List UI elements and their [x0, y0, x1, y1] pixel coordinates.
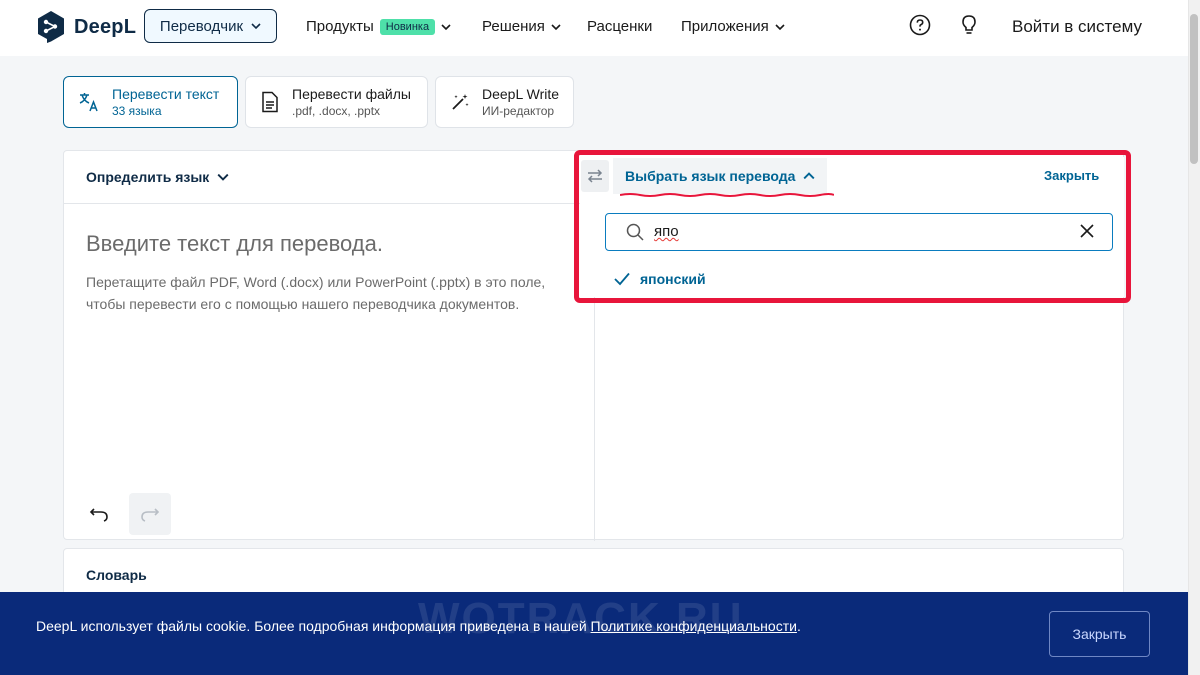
help-icon[interactable]: [909, 14, 931, 36]
detect-language-label: Определить язык: [86, 169, 210, 185]
target-language-selector[interactable]: Выбрать язык перевода: [613, 158, 827, 194]
tab-title: Перевести файлы: [292, 86, 411, 102]
nav-apps[interactable]: Приложения: [681, 18, 785, 35]
language-result-item[interactable]: японский: [614, 271, 706, 287]
scrollbar-thumb[interactable]: [1190, 14, 1198, 164]
lightbulb-icon[interactable]: [958, 14, 980, 36]
red-underline-annotation: [620, 193, 834, 197]
source-language-selector[interactable]: Определить язык: [86, 169, 229, 185]
search-value: япо: [654, 223, 679, 240]
document-icon: [262, 91, 278, 113]
chevron-down-icon: [217, 173, 229, 181]
tab-subtitle: ИИ-редактор: [482, 104, 555, 118]
new-badge: Новинка: [379, 18, 436, 35]
page-scrollbar[interactable]: [1188, 0, 1200, 675]
tab-subtitle: 33 языка: [112, 104, 162, 118]
redo-button[interactable]: [129, 493, 171, 535]
nav-products-label: Продукты: [306, 18, 374, 35]
nav-apps-label: Приложения: [681, 18, 769, 35]
search-icon: [626, 223, 644, 241]
tab-title: Перевести текст: [112, 86, 220, 102]
tab-translate-text[interactable]: Перевести текст 33 языка: [63, 76, 238, 128]
nav-products[interactable]: Продукты Новинка: [306, 18, 451, 35]
dropdown-close-link[interactable]: Закрыть: [1044, 168, 1099, 183]
chevron-down-icon: [251, 23, 261, 30]
logo-text: DeepL: [74, 15, 137, 38]
swap-arrows-icon: [587, 169, 603, 183]
deepl-logo-icon: [38, 11, 64, 43]
glossary-title: Словарь: [86, 567, 147, 583]
translator-label: Переводчик: [159, 17, 244, 35]
source-input-placeholder[interactable]: Введите текст для перевода.: [86, 231, 383, 257]
redo-icon: [141, 508, 160, 522]
watermark: WOTRACK.RU: [418, 594, 744, 643]
chevron-down-icon: [775, 23, 785, 30]
result-label: японский: [640, 271, 706, 287]
chevron-up-icon: [803, 172, 815, 180]
login-link[interactable]: Войти в систему: [1012, 17, 1142, 37]
undo-icon[interactable]: [88, 503, 110, 525]
swap-languages-button[interactable]: [581, 160, 609, 192]
tab-subtitle: .pdf, .docx, .pptx: [292, 104, 381, 118]
language-search-input[interactable]: япо: [605, 213, 1113, 251]
tab-title: DeepL Write: [482, 86, 560, 102]
magic-wand-icon: [452, 94, 469, 110]
nav-solutions[interactable]: Решения: [482, 18, 561, 35]
deepl-logo[interactable]: DeepL: [36, 10, 136, 44]
nav-solutions-label: Решения: [482, 18, 545, 35]
translator-dropdown[interactable]: Переводчик: [144, 9, 277, 43]
top-header: DeepL Переводчик Продукты Новинка Решени…: [0, 0, 1188, 56]
nav-pricing[interactable]: Расценки: [587, 18, 652, 35]
source-drop-hint: Перетащите файл PDF, Word (.docx) или Po…: [86, 274, 546, 312]
chevron-down-icon: [551, 23, 561, 30]
translate-icon: [79, 93, 98, 112]
checkmark-icon: [614, 272, 630, 286]
cookie-text-after: .: [796, 618, 801, 634]
select-target-language-label: Выбрать язык перевода: [625, 168, 796, 184]
source-header-divider: [64, 203, 594, 204]
close-icon[interactable]: [1080, 224, 1094, 238]
tab-translate-files[interactable]: Перевести файлы .pdf, .docx, .pptx: [245, 76, 428, 128]
chevron-down-icon: [441, 23, 451, 30]
nav-pricing-label: Расценки: [587, 18, 653, 35]
tab-deepl-write[interactable]: DeepL Write ИИ-редактор: [435, 76, 574, 128]
cookie-close-button[interactable]: Закрыть: [1049, 611, 1150, 657]
